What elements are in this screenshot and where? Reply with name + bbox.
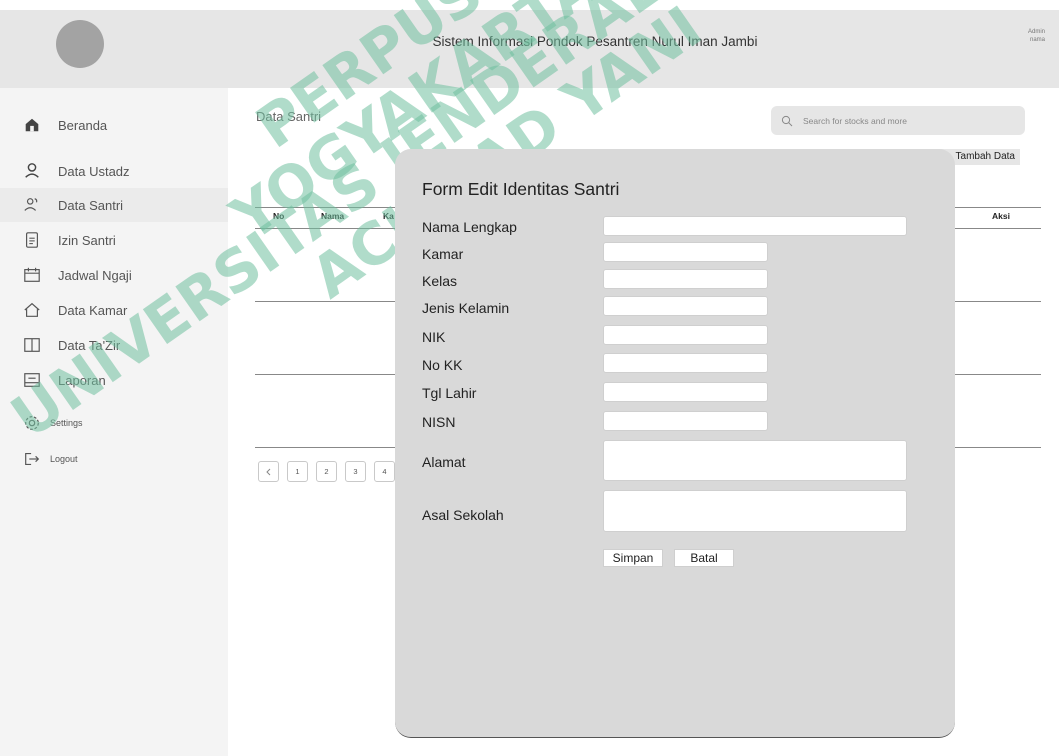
label-asal-sekolah: Asal Sekolah: [422, 507, 504, 523]
alamat-field[interactable]: [603, 440, 907, 481]
label-kamar: Kamar: [422, 246, 464, 262]
label-alamat: Alamat: [422, 454, 466, 470]
document-icon: [22, 230, 42, 250]
users-icon: [22, 195, 42, 215]
sidebar-item-laporan[interactable]: Laporan: [0, 363, 228, 397]
column-header-nama: Nama: [321, 211, 345, 221]
nisn-field[interactable]: [603, 411, 768, 431]
gear-icon: [22, 413, 42, 433]
nik-field[interactable]: [603, 325, 768, 345]
sidebar-item-data-kamar[interactable]: Data Kamar: [0, 293, 228, 327]
label-nama-lengkap: Nama Lengkap: [422, 219, 517, 235]
sidebar-item-label: Beranda: [58, 117, 108, 133]
admin-info[interactable]: Admin nama: [1028, 28, 1045, 44]
sidebar-item-label: Logout: [50, 454, 78, 464]
pagination: 1 2 3 4: [258, 461, 395, 482]
top-header: Sistem Informasi Pondok Pesantren Nurul …: [0, 10, 1059, 88]
logout-icon: [22, 449, 42, 469]
jenis-kelamin-field[interactable]: [603, 296, 768, 316]
sidebar-item-label: Data Kamar: [58, 302, 128, 318]
admin-name: nama: [1029, 37, 1045, 43]
label-kelas: Kelas: [422, 273, 458, 289]
label-tgl-lahir: Tgl Lahir: [422, 385, 477, 401]
page-title: Data Santri: [256, 109, 322, 124]
sidebar-item-label: Settings: [50, 418, 83, 428]
page-button-2[interactable]: 2: [316, 461, 337, 482]
chevron-left-icon: [265, 468, 270, 475]
label-no-kk: No KK: [422, 357, 463, 373]
search-icon: [781, 115, 793, 126]
house-outline-icon: [22, 300, 42, 320]
sidebar-item-beranda[interactable]: Beranda: [0, 108, 228, 142]
page-button-4[interactable]: 4: [374, 461, 395, 482]
search-input[interactable]: Search for stocks and more: [771, 106, 1025, 135]
admin-label: Admin: [1027, 29, 1045, 35]
edit-santri-modal: Form Edit Identitas Santri Nama Lengkap …: [395, 149, 955, 738]
sidebar-item-label: Jadwal Ngaji: [58, 267, 132, 283]
user-icon: [22, 161, 42, 181]
sidebar-item-izin-santri[interactable]: Izin Santri: [0, 223, 228, 257]
sidebar-item-label: Data Ta'Zir: [58, 337, 121, 353]
sidebar-item-label: Izin Santri: [58, 232, 116, 248]
page-button-3[interactable]: 3: [345, 461, 366, 482]
app-title: Sistem Informasi Pondok Pesantren Nurul …: [432, 34, 758, 49]
column-header-kamar: Ka: [383, 211, 394, 221]
sidebar: Beranda Data Ustadz Data Santri Izin San…: [0, 88, 228, 756]
column-header-aksi: Aksi: [992, 211, 1010, 221]
sidebar-item-data-tazir[interactable]: Data Ta'Zir: [0, 328, 228, 362]
kelas-field[interactable]: [603, 269, 768, 289]
label-nik: NIK: [422, 329, 446, 345]
sidebar-item-label: Data Ustadz: [58, 163, 130, 179]
prev-page-button[interactable]: [258, 461, 279, 482]
sidebar-item-settings[interactable]: Settings: [0, 406, 228, 440]
book-icon: [22, 335, 42, 355]
modal-title: Form Edit Identitas Santri: [422, 179, 620, 199]
nama-lengkap-field[interactable]: [603, 216, 907, 236]
kamar-field[interactable]: [603, 242, 768, 262]
label-jenis-kelamin: Jenis Kelamin: [422, 300, 510, 316]
avatar[interactable]: [56, 20, 104, 68]
home-icon: [22, 115, 42, 135]
label-nisn: NISN: [422, 414, 456, 430]
tgl-lahir-field[interactable]: [603, 382, 768, 402]
report-icon: [22, 370, 42, 390]
column-header-no: No: [273, 211, 285, 221]
asal-sekolah-field[interactable]: [603, 490, 907, 532]
sidebar-item-jadwal-ngaji[interactable]: Jadwal Ngaji: [0, 258, 228, 292]
sidebar-item-label: Data Santri: [58, 197, 124, 213]
sidebar-item-label: Laporan: [58, 372, 106, 388]
save-button[interactable]: Simpan: [603, 549, 663, 567]
no-kk-field[interactable]: [603, 353, 768, 373]
calendar-icon: [22, 265, 42, 285]
page-button-1[interactable]: 1: [287, 461, 308, 482]
search-placeholder: Search for stocks and more: [803, 115, 907, 126]
sidebar-item-data-ustadz[interactable]: Data Ustadz: [0, 154, 228, 188]
sidebar-item-data-santri[interactable]: Data Santri: [0, 188, 228, 222]
cancel-button[interactable]: Batal: [674, 549, 734, 567]
sidebar-item-logout[interactable]: Logout: [0, 442, 228, 476]
